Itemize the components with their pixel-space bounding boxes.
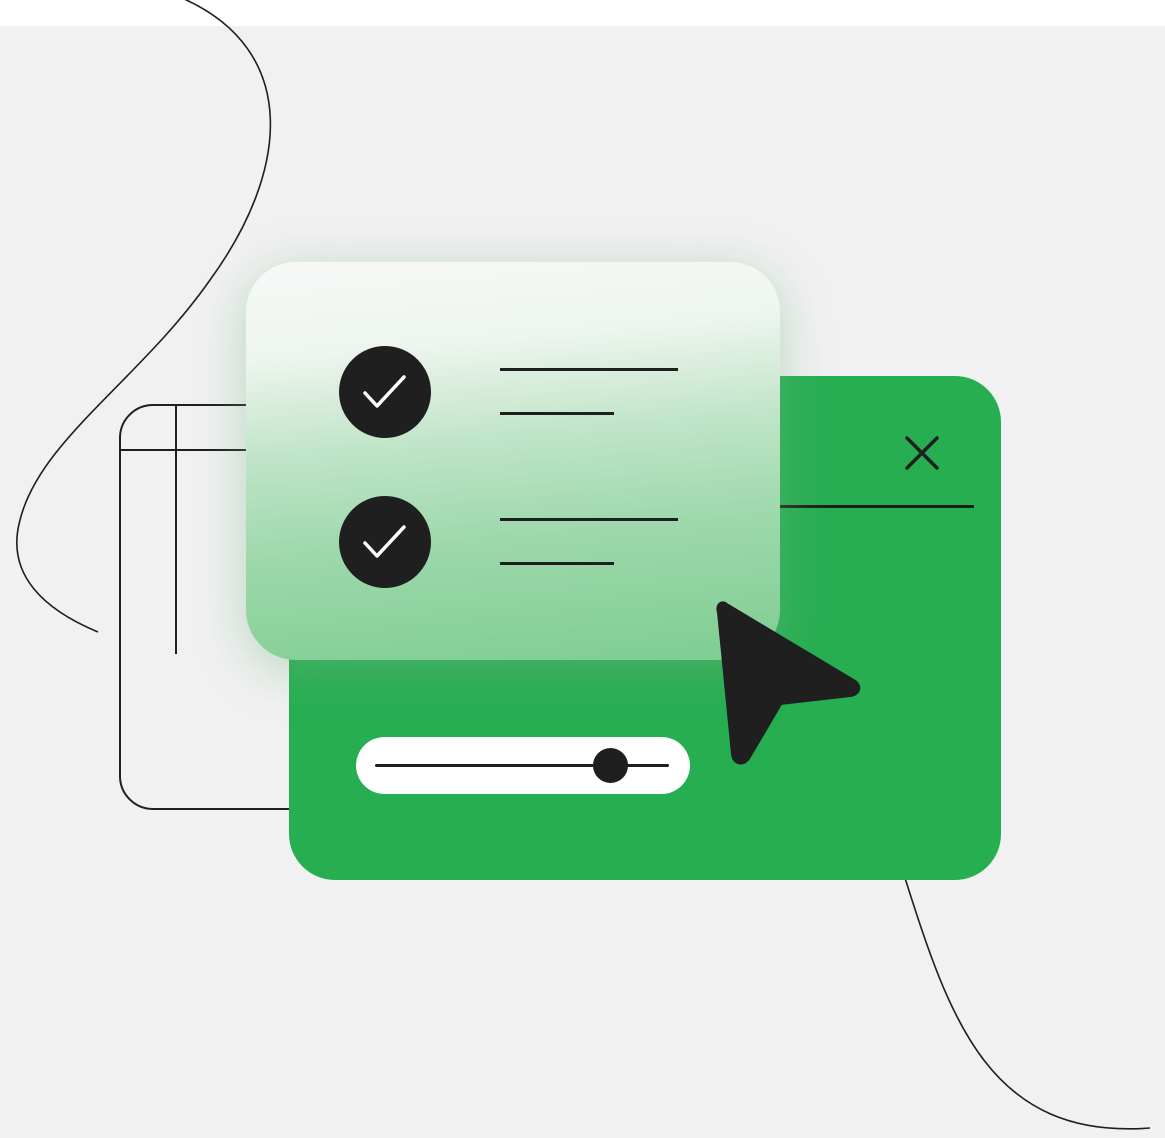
checklist-item [339,346,679,438]
window-sidebar-divider [175,406,177,654]
slider-thumb[interactable] [593,748,629,783]
placeholder-text-line [500,412,614,415]
placeholder-text-line [500,562,614,565]
checkbox-checked[interactable] [339,496,431,588]
decorative-curve-bottom-right [904,877,1151,1130]
slider[interactable] [356,737,690,794]
placeholder-text-line [500,518,678,521]
illustration-scene [0,0,1165,1138]
mouse-pointer-icon [716,601,861,765]
window-header-line [779,505,974,508]
close-button[interactable] [897,428,947,478]
close-icon [905,436,939,470]
checklist-item [339,496,679,588]
checklist-card [246,262,780,660]
check-icon [363,525,406,558]
check-icon [363,375,406,408]
checkbox-checked[interactable] [339,346,431,438]
placeholder-text-line [500,368,678,371]
